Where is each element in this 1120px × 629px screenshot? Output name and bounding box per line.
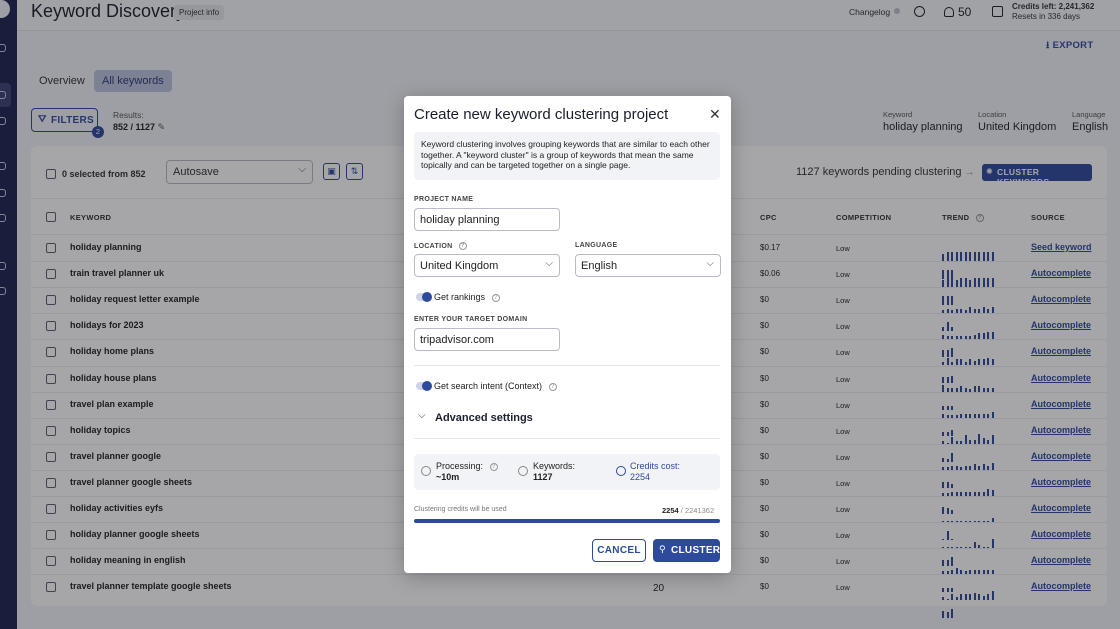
chevron-down-icon: ⌵: [706, 258, 714, 269]
credits-note: Clustering credits will be used: [414, 506, 507, 513]
clustering-stats: Processing: ? ~10m Keywords: 1127 Credit…: [414, 454, 720, 490]
get-rankings-text: Get rankings: [434, 292, 486, 302]
chevron-down-icon[interactable]: ⌵: [418, 410, 426, 421]
location-label-text: LOCATION: [414, 242, 453, 250]
get-rankings-label: Get rankings ?: [434, 292, 500, 302]
create-cluster-dialog: Create new keyword clustering project ✕ …: [404, 96, 731, 573]
help-icon: ?: [548, 382, 557, 391]
credits-icon: [616, 466, 626, 476]
dialog-title: Create new keyword clustering project: [414, 106, 669, 123]
help-icon: ?: [491, 293, 500, 302]
credits-cost-label: Credits cost:: [630, 461, 681, 471]
search-intent-label: Get search intent (Context) ?: [434, 381, 557, 391]
advanced-settings-toggle[interactable]: Advanced settings: [435, 412, 533, 424]
keywords-value: 1127: [533, 472, 553, 482]
location-label: LOCATION ?: [414, 242, 467, 250]
project-name-label: PROJECT NAME: [414, 196, 474, 203]
credits-progress-fill: [414, 519, 720, 523]
credits-progress-bar: [414, 519, 720, 523]
target-domain-label: ENTER YOUR TARGET DOMAIN: [414, 316, 528, 323]
processing-value: ~10m: [436, 472, 460, 482]
cancel-button[interactable]: CANCEL: [592, 539, 646, 562]
credits-used: 2254: [662, 506, 679, 515]
language-label: LANGUAGE: [575, 242, 618, 249]
dialog-info-text: Keyword clustering involves grouping key…: [414, 132, 720, 180]
target-domain-input[interactable]: tripadvisor.com: [414, 328, 560, 351]
cluster-icon: ⚲: [659, 544, 666, 554]
close-icon[interactable]: ✕: [709, 106, 721, 123]
credits-usage: 2254 / 2241362: [662, 506, 714, 515]
processing-label-text: Processing:: [436, 461, 484, 471]
search-intent-toggle[interactable]: [416, 381, 432, 391]
keywords-icon: [518, 466, 528, 476]
cluster-button-label: CLUSTER: [671, 545, 721, 556]
project-name-input[interactable]: holiday planning: [414, 208, 560, 231]
help-icon: ?: [458, 242, 467, 250]
clock-icon: [421, 466, 431, 476]
location-select[interactable]: United Kingdom ⌵: [414, 254, 560, 277]
language-select[interactable]: English ⌵: [575, 254, 721, 277]
credits-cost-value: 2254: [630, 472, 651, 482]
credits-total: / 2241362: [680, 506, 715, 515]
location-select-value: United Kingdom: [420, 260, 499, 272]
language-select-value: English: [581, 260, 618, 272]
get-rankings-toggle[interactable]: [416, 292, 432, 302]
processing-label: Processing: ?: [436, 461, 498, 472]
chevron-down-icon: ⌵: [545, 258, 553, 269]
cluster-button[interactable]: ⚲ CLUSTER: [653, 539, 720, 562]
divider: [414, 365, 720, 366]
divider: [414, 438, 720, 439]
keywords-label: Keywords:: [533, 461, 576, 471]
search-intent-text: Get search intent (Context): [434, 381, 543, 391]
help-icon: ?: [489, 462, 498, 471]
